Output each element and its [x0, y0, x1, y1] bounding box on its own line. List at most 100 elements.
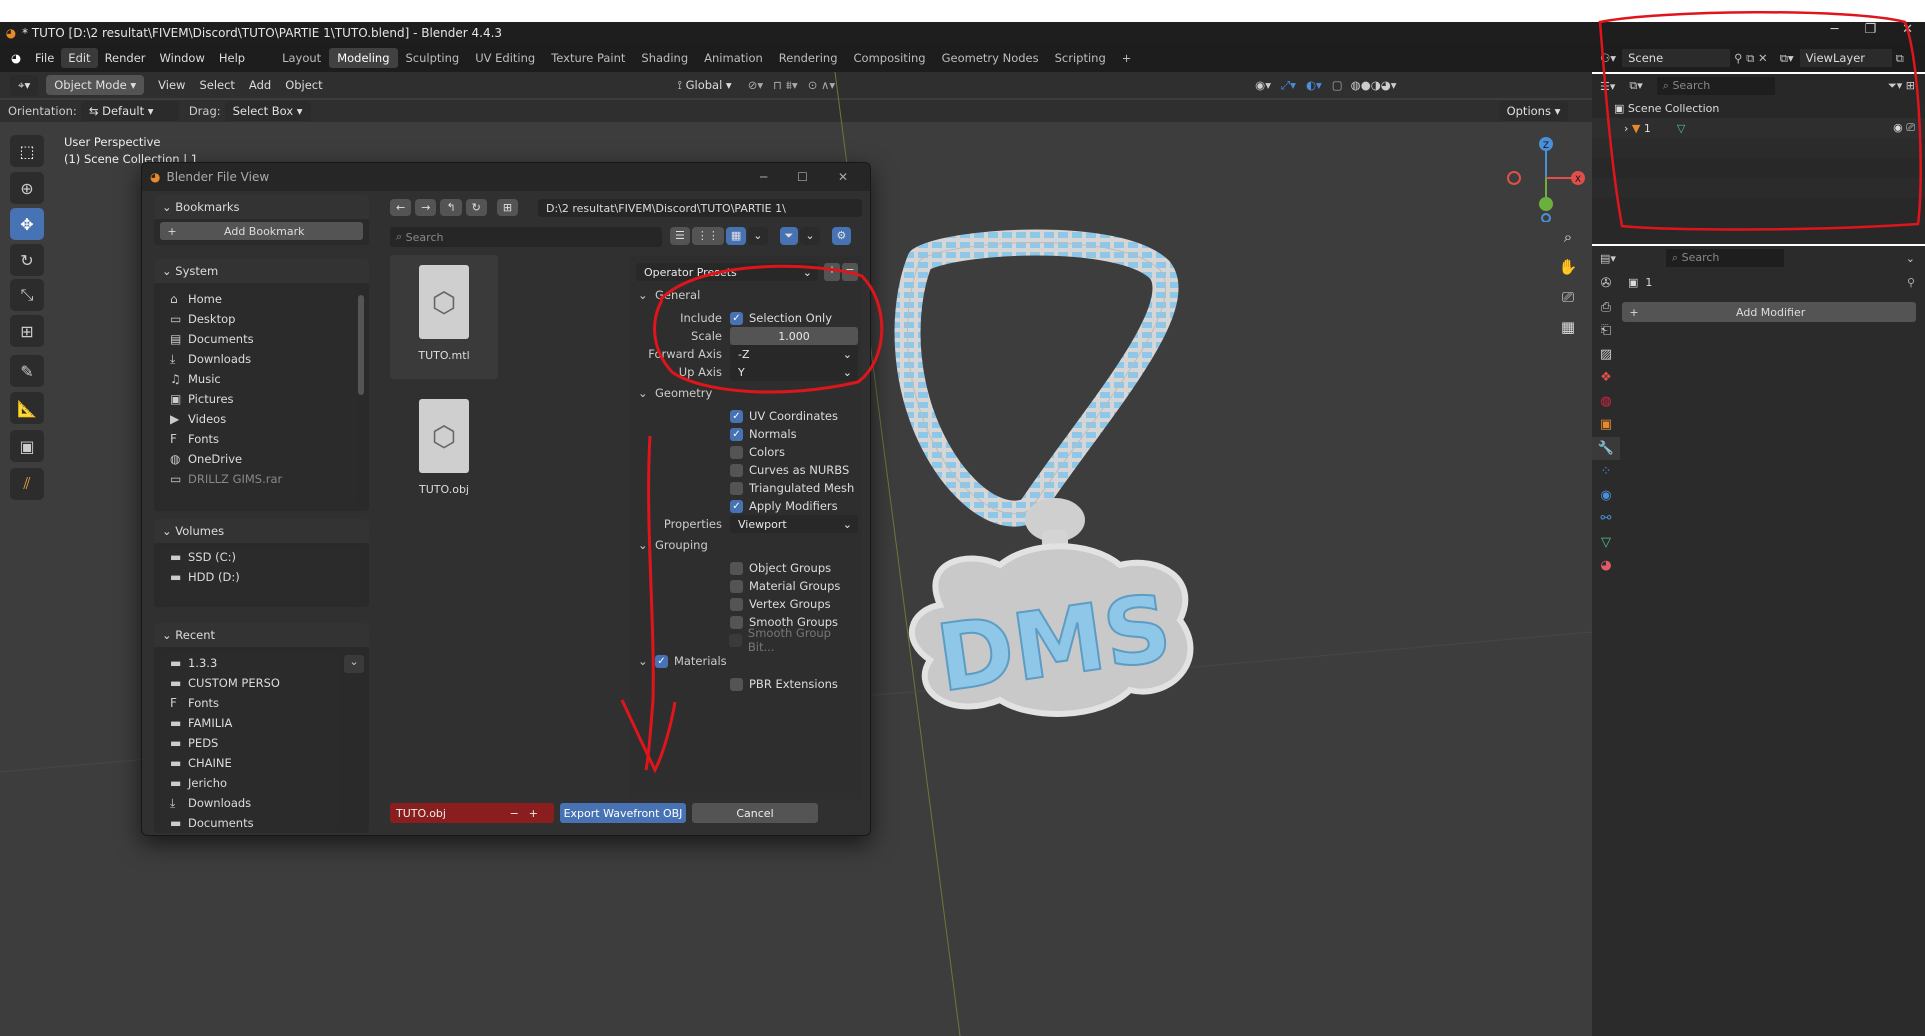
scene-selector[interactable]: Scene: [1622, 49, 1731, 67]
display-mode-icon[interactable]: ⧉▾: [1629, 79, 1642, 93]
back-arrow-icon[interactable]: ←: [390, 199, 412, 216]
recent-header[interactable]: ⌄ Recent: [154, 623, 369, 647]
tab-layout[interactable]: Layout: [274, 48, 329, 68]
pbr-checkbox[interactable]: [730, 677, 743, 691]
nurbs-checkbox[interactable]: [730, 463, 743, 477]
sort-dropdown-icon[interactable]: ⌄: [748, 227, 768, 245]
filename-input[interactable]: TUTO.obj −+: [390, 803, 554, 823]
system-header[interactable]: ⌄ System: [154, 259, 369, 283]
viewlayer-selector[interactable]: ViewLayer: [1799, 49, 1892, 67]
volume-item-c[interactable]: ▬ SSD (C:): [160, 547, 360, 567]
forward-arrow-icon[interactable]: →: [415, 199, 437, 216]
properties-options-icon[interactable]: ⌄: [1906, 252, 1915, 265]
system-item-downloads[interactable]: ⤓ Downloads: [160, 349, 358, 369]
triangulated-checkbox[interactable]: [730, 481, 743, 495]
object-row[interactable]: › ▼ 1 ▽ ◉ ⎚: [1592, 118, 1925, 138]
scene-tab-icon[interactable]: ❖: [1592, 366, 1620, 390]
filter-dropdown-icon[interactable]: ⌄: [800, 227, 820, 245]
colors-checkbox[interactable]: [730, 445, 743, 459]
camera-icon[interactable]: ⎚: [1556, 282, 1580, 312]
settings-gear-icon[interactable]: ⚙: [831, 227, 852, 245]
selection-only-checkbox[interactable]: ✓: [730, 311, 743, 325]
general-section-header[interactable]: ⌄ General: [638, 285, 700, 305]
menu-render[interactable]: Render: [98, 48, 153, 68]
recent-item[interactable]: ▬ FAMILIA: [160, 713, 338, 733]
expand-chevron-icon[interactable]: ›: [1624, 122, 1632, 135]
path-field[interactable]: D:\2 resultat\FIVEM\Discord\TUTO\PARTIE …: [538, 199, 862, 217]
particles-tab-icon[interactable]: ⁘: [1592, 460, 1620, 484]
recent-dropdown-icon[interactable]: ⌄: [344, 655, 364, 673]
apply-modifiers-checkbox[interactable]: ✓: [730, 499, 743, 513]
tool-tab-icon[interactable]: ✇: [1592, 272, 1620, 296]
filter-icon[interactable]: ⏷: [779, 227, 799, 245]
tab-animation[interactable]: Animation: [696, 48, 771, 68]
menu-edit[interactable]: Edit: [61, 48, 98, 68]
minimize-icon[interactable]: ─: [1831, 22, 1865, 37]
recent-item[interactable]: ▬ CHAINE: [160, 753, 338, 773]
volumes-header[interactable]: ⌄ Volumes: [154, 519, 369, 543]
maximize-icon[interactable]: ☐: [797, 170, 838, 184]
data-tab-icon[interactable]: ▽: [1592, 531, 1620, 555]
blender-menu-icon[interactable]: ◕: [4, 48, 28, 68]
recent-item[interactable]: ▬ Documents: [160, 813, 338, 833]
volume-item-d[interactable]: ▬ HDD (D:): [160, 567, 360, 587]
cancel-button[interactable]: Cancel: [692, 803, 818, 823]
material-groups-checkbox[interactable]: [730, 579, 743, 593]
vertex-groups-checkbox[interactable]: [730, 597, 743, 611]
system-item-fonts[interactable]: F Fonts: [160, 429, 358, 449]
render-tab-icon[interactable]: ⎙: [1592, 296, 1620, 320]
chain-pendant-model[interactable]: DMS: [860, 220, 1240, 760]
world-tab-icon[interactable]: ◍: [1592, 390, 1620, 414]
navigation-gizmo[interactable]: Z X: [1500, 132, 1590, 222]
system-item-videos[interactable]: ▶ Videos: [160, 409, 358, 429]
tab-texture-paint[interactable]: Texture Paint: [543, 48, 633, 68]
menu-help[interactable]: Help: [212, 48, 252, 68]
outliner-filter-icon[interactable]: ⏷▾ ⊞: [1888, 79, 1915, 93]
system-item-pictures[interactable]: ▣ Pictures: [160, 389, 358, 409]
properties-search-input[interactable]: ⌕ Search: [1665, 249, 1784, 267]
outliner-search-input[interactable]: ⌕ Search: [1656, 77, 1775, 95]
recent-item[interactable]: ⤓ Downloads: [160, 793, 338, 813]
viewlayer-new-icon[interactable]: ⧉: [1896, 51, 1904, 66]
system-item-home[interactable]: ⌂ Home: [160, 289, 358, 309]
recent-item[interactable]: ▬ 1.3.3: [160, 653, 338, 673]
add-workspace-icon[interactable]: +: [1114, 48, 1140, 68]
up-axis-dropdown[interactable]: Y ⌄: [730, 363, 858, 381]
tab-rendering[interactable]: Rendering: [771, 48, 846, 68]
pin-icon[interactable]: ⚲: [1907, 276, 1915, 289]
scene-pin-icon[interactable]: ⚲ ⧉ ✕: [1734, 51, 1768, 66]
preset-add-icon[interactable]: +: [824, 263, 840, 281]
materials-section-header[interactable]: ⌄ ✓ Materials: [638, 651, 727, 671]
add-bookmark-button[interactable]: + Add Bookmark: [160, 222, 363, 240]
visibility-eye-icon[interactable]: ◉ ⎚: [1893, 121, 1915, 135]
tab-scripting[interactable]: Scripting: [1047, 48, 1114, 68]
close-icon[interactable]: ✕: [1902, 22, 1913, 37]
object-tab-icon[interactable]: ▣: [1592, 413, 1620, 437]
material-tab-icon[interactable]: ◕: [1592, 554, 1620, 578]
scene-collection-row[interactable]: ▣ Scene Collection: [1592, 98, 1925, 118]
system-scrollbar[interactable]: [358, 295, 364, 395]
viewlayer-icon[interactable]: ⧉▾: [1780, 51, 1794, 66]
new-folder-icon[interactable]: ⊞: [496, 199, 519, 216]
thumbnail-view-icon[interactable]: ▦: [725, 227, 747, 245]
normals-checkbox[interactable]: ✓: [730, 427, 743, 441]
uv-coordinates-checkbox[interactable]: ✓: [730, 409, 743, 423]
add-modifier-button[interactable]: + Add Modifier: [1622, 302, 1916, 322]
recent-item[interactable]: ▬ Jericho: [160, 773, 338, 793]
recent-item[interactable]: ▬ CUSTOM PERSO: [160, 673, 338, 693]
outliner-editor-icon[interactable]: ☰▾: [1600, 80, 1615, 93]
tab-sculpting[interactable]: Sculpting: [398, 48, 468, 68]
compact-view-icon[interactable]: ⋮⋮: [691, 227, 724, 245]
scale-input[interactable]: 1.000: [730, 327, 858, 345]
file-search-input[interactable]: ⌕ Search: [390, 227, 662, 247]
export-button[interactable]: Export Wavefront OBJ: [560, 803, 686, 823]
parent-dir-icon[interactable]: ↰: [440, 199, 462, 216]
recent-item[interactable]: ▬ PEDS: [160, 733, 338, 753]
properties-dropdown[interactable]: Viewport ⌄: [730, 515, 858, 533]
zoom-icon[interactable]: ⌕: [1556, 222, 1580, 252]
ortho-grid-icon[interactable]: ▦: [1556, 312, 1580, 342]
preset-remove-icon[interactable]: −: [842, 263, 858, 281]
system-item-drillz[interactable]: ▭ DRILLZ GIMS.rar: [160, 469, 358, 489]
list-view-icon[interactable]: ☰: [670, 227, 690, 245]
modifier-wrench-icon[interactable]: 🔧: [1592, 436, 1620, 460]
